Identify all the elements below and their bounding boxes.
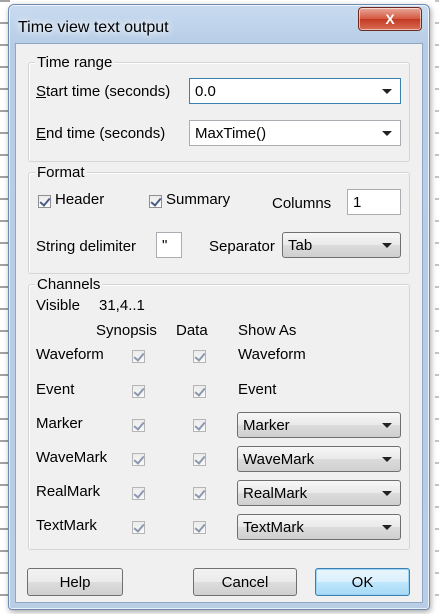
- string-delimiter-label: String delimiter: [36, 238, 137, 255]
- channel-row-name: TextMark: [36, 517, 97, 534]
- dialog-body: Time range Start time (seconds) 0.0 End …: [15, 43, 423, 603]
- columns-label: Columns: [272, 195, 332, 212]
- cancel-button[interactable]: Cancel: [193, 568, 297, 596]
- channels-group: Channels Visible 31,4..1 Synopsis Data S…: [28, 276, 410, 550]
- summary-checkbox[interactable]: [149, 195, 162, 208]
- header-checkbox[interactable]: [38, 195, 51, 208]
- chevron-down-icon[interactable]: [382, 525, 392, 530]
- close-icon: X: [385, 11, 395, 27]
- header-label[interactable]: Header: [55, 191, 104, 208]
- show-as-column-header: Show As: [238, 322, 297, 339]
- cancel-button-label: Cancel: [221, 573, 269, 591]
- chevron-down-icon[interactable]: [382, 457, 392, 462]
- show-as-value[interactable]: WaveMark: [243, 451, 314, 468]
- show-as-text: Waveform: [238, 346, 306, 363]
- ok-button[interactable]: OK: [315, 568, 410, 596]
- start-time-label: Start time (seconds): [36, 83, 171, 100]
- data-checkbox[interactable]: [193, 521, 206, 534]
- data-checkbox[interactable]: [193, 453, 206, 466]
- start-time-value[interactable]: 0.0: [195, 83, 216, 100]
- synopsis-checkbox[interactable]: [132, 487, 145, 500]
- show-as-text: Event: [238, 381, 277, 398]
- show-as-value[interactable]: Marker: [243, 417, 290, 434]
- help-button-label: Help: [59, 573, 91, 591]
- synopsis-checkbox[interactable]: [132, 385, 145, 398]
- string-delimiter-value[interactable]: ": [162, 237, 167, 254]
- show-as-dropdown[interactable]: Marker: [237, 412, 401, 438]
- ok-button-label: OK: [351, 573, 374, 591]
- format-group-label: Format: [35, 164, 87, 181]
- channels-group-label: Channels: [35, 276, 103, 293]
- chevron-down-icon[interactable]: [382, 131, 392, 136]
- columns-value[interactable]: 1: [353, 194, 361, 211]
- time-range-group-label: Time range: [35, 54, 115, 71]
- visible-value: 31,4..1: [99, 297, 145, 314]
- time-range-group: Time range Start time (seconds) 0.0 End …: [28, 54, 410, 162]
- separator-value[interactable]: Tab: [288, 237, 312, 254]
- show-as-value[interactable]: TextMark: [243, 519, 304, 536]
- data-checkbox[interactable]: [193, 487, 206, 500]
- show-as-dropdown[interactable]: WaveMark: [237, 446, 401, 472]
- title-bar[interactable]: Time view text output X: [9, 5, 429, 43]
- channel-row-name: RealMark: [36, 483, 101, 500]
- end-time-combo[interactable]: MaxTime(): [189, 120, 401, 146]
- synopsis-checkbox[interactable]: [132, 350, 145, 363]
- string-delimiter-input[interactable]: ": [156, 232, 182, 258]
- window-title: Time view text output: [18, 19, 169, 36]
- data-checkbox[interactable]: [193, 350, 206, 363]
- synopsis-checkbox[interactable]: [132, 521, 145, 534]
- columns-input[interactable]: 1: [347, 189, 401, 215]
- channel-row-name: WaveMark: [36, 449, 108, 466]
- close-button[interactable]: X: [358, 7, 422, 31]
- summary-label[interactable]: Summary: [166, 191, 230, 208]
- synopsis-checkbox[interactable]: [132, 419, 145, 432]
- help-button[interactable]: Help: [27, 568, 123, 596]
- data-checkbox[interactable]: [193, 419, 206, 432]
- show-as-value[interactable]: RealMark: [243, 485, 307, 502]
- chevron-down-icon[interactable]: [382, 89, 392, 94]
- separator-dropdown[interactable]: Tab: [282, 232, 401, 258]
- channel-row-name: Event: [36, 381, 75, 398]
- data-checkbox[interactable]: [193, 385, 206, 398]
- background-window-edge-right: [435, 0, 439, 614]
- format-group: Format Header Summary Columns 1 String d…: [28, 164, 410, 274]
- data-column-header: Data: [176, 322, 208, 339]
- chevron-down-icon[interactable]: [382, 423, 392, 428]
- end-time-label: End time (seconds): [36, 125, 166, 142]
- end-time-value[interactable]: MaxTime(): [195, 125, 266, 142]
- start-time-combo[interactable]: 0.0: [189, 78, 401, 104]
- synopsis-checkbox[interactable]: [132, 453, 145, 466]
- visible-label: Visible: [36, 297, 80, 314]
- channel-row-name: Waveform: [36, 346, 104, 363]
- chevron-down-icon[interactable]: [382, 243, 392, 248]
- dialog-window: Time view text output X Time range Start…: [8, 4, 430, 610]
- separator-label: Separator: [209, 238, 275, 255]
- synopsis-column-header: Synopsis: [96, 322, 157, 339]
- show-as-dropdown[interactable]: TextMark: [237, 514, 401, 540]
- chevron-down-icon[interactable]: [382, 491, 392, 496]
- show-as-dropdown[interactable]: RealMark: [237, 480, 401, 506]
- channel-row-name: Marker: [36, 415, 83, 432]
